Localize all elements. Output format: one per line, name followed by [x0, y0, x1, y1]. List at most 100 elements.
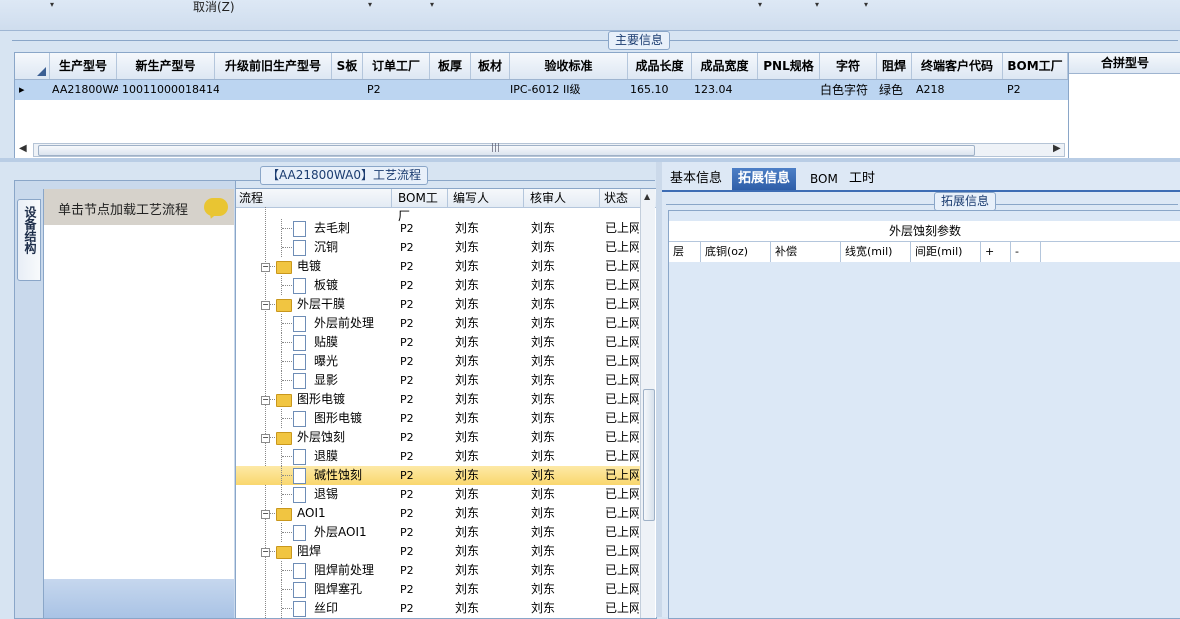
- tab-bom[interactable]: BOM: [804, 168, 844, 190]
- col-header[interactable]: S板: [332, 53, 363, 79]
- scrollbar-thumb[interactable]: [643, 389, 655, 521]
- tree-row[interactable]: 碱性蚀刻 P2 刘东 刘东 已上网: [236, 466, 640, 485]
- step-name: AOI1: [297, 506, 326, 520]
- col-header[interactable]: 字符: [820, 53, 877, 79]
- col-header[interactable]: 板厚: [430, 53, 471, 79]
- collapse-icon[interactable]: −: [261, 301, 270, 310]
- horizontal-scrollbar[interactable]: |||: [33, 143, 1065, 157]
- step-reviewer: 刘东: [531, 297, 556, 311]
- tree-row[interactable]: 去毛刺 P2 刘东 刘东 已上网: [236, 219, 640, 238]
- tree-row[interactable]: − 外层干膜 P2 刘东 刘东 已上网: [236, 295, 640, 314]
- step-bom: P2: [400, 583, 414, 596]
- tree-row[interactable]: − 外层蚀刻 P2 刘东 刘东 已上网: [236, 428, 640, 447]
- tree-row[interactable]: − 图形电镀 P2 刘东 刘东 已上网: [236, 390, 640, 409]
- merge-model-header[interactable]: 合拼型号: [1069, 53, 1180, 74]
- col-header[interactable]: 生产型号: [50, 53, 117, 79]
- main-info-title: 主要信息: [608, 31, 671, 50]
- cell[interactable]: [758, 80, 821, 100]
- col-header[interactable]: BOM工厂: [1003, 53, 1068, 79]
- collapse-icon[interactable]: −: [261, 396, 270, 405]
- dropdown-arrow-icon[interactable]: ▾: [50, 0, 54, 9]
- tree-row[interactable]: 外层AOI1 P2 刘东 刘东 已上网: [236, 523, 640, 542]
- tab-work-hours[interactable]: 工时: [843, 168, 881, 190]
- tree-row[interactable]: 退锡 P2 刘东 刘东 已上网: [236, 485, 640, 504]
- cell[interactable]: AA21800WA0: [50, 80, 118, 100]
- step-status: 已上网: [605, 449, 639, 463]
- cancel-button[interactable]: 取消(Z): [193, 0, 235, 15]
- tree-row[interactable]: 曝光 P2 刘东 刘东 已上网: [236, 352, 640, 371]
- collapse-icon[interactable]: −: [261, 510, 270, 519]
- col-header[interactable]: 新生产型号: [117, 53, 215, 79]
- tab-basic-info[interactable]: 基本信息: [664, 168, 728, 190]
- col-header[interactable]: 订单工厂: [363, 53, 430, 79]
- col-header[interactable]: 线宽(mil): [841, 242, 911, 262]
- scrollbar-thumb[interactable]: |||: [38, 143, 975, 156]
- scroll-left-icon[interactable]: ◀: [19, 143, 27, 154]
- cell[interactable]: 123.04: [692, 80, 759, 100]
- dropdown-arrow-icon[interactable]: ▾: [864, 0, 868, 9]
- scroll-up-icon[interactable]: ▲: [644, 192, 650, 201]
- tree-row[interactable]: 板镀 P2 刘东 刘东 已上网: [236, 276, 640, 295]
- tree-row[interactable]: 阻焊塞孔 P2 刘东 刘东 已上网: [236, 580, 640, 599]
- cell[interactable]: 165.10: [628, 80, 693, 100]
- step-bom: P2: [400, 469, 414, 482]
- collapse-icon[interactable]: −: [261, 434, 270, 443]
- col-header[interactable]: 核审人: [527, 189, 600, 207]
- cell[interactable]: [332, 80, 364, 100]
- vertical-scrollbar[interactable]: ▲: [640, 189, 655, 618]
- dropdown-arrow-icon[interactable]: ▾: [368, 0, 372, 9]
- tree-row[interactable]: 退膜 P2 刘东 刘东 已上网: [236, 447, 640, 466]
- col-header[interactable]: 升级前旧生产型号: [215, 53, 332, 79]
- col-header[interactable]: 流程: [236, 189, 392, 207]
- col-header[interactable]: 间距(mil): [911, 242, 981, 262]
- col-header[interactable]: 终端客户代码: [912, 53, 1003, 79]
- tab-extended-info[interactable]: 拓展信息: [732, 168, 797, 190]
- col-header[interactable]: 底铜(oz): [701, 242, 771, 262]
- cell[interactable]: P2: [365, 80, 433, 100]
- equipment-tree[interactable]: 单击节点加载工艺流程: [43, 189, 234, 618]
- node-hint-header: 单击节点加载工艺流程: [44, 189, 234, 225]
- cell[interactable]: P2: [1005, 80, 1069, 100]
- dropdown-arrow-icon[interactable]: ▾: [430, 0, 434, 9]
- cell[interactable]: 绿色: [877, 80, 913, 100]
- cell[interactable]: IPC-6012 II级: [508, 80, 627, 100]
- col-header[interactable]: 阻焊: [877, 53, 912, 79]
- cell[interactable]: A218: [914, 80, 1004, 100]
- table-row[interactable]: ▸ AA21800WA0 10011000018414 P2 IPC-6012 …: [15, 80, 1068, 100]
- tree-row[interactable]: 外层前处理 P2 刘东 刘东 已上网: [236, 314, 640, 333]
- tree-row[interactable]: 沉铜 P2 刘东 刘东 已上网: [236, 238, 640, 257]
- col-header[interactable]: 验收标准: [510, 53, 628, 79]
- col-header[interactable]: 状态: [601, 189, 640, 207]
- collapse-icon[interactable]: −: [261, 548, 270, 557]
- dropdown-arrow-icon[interactable]: ▾: [758, 0, 762, 9]
- cell[interactable]: 白色字符: [818, 80, 878, 100]
- step-bom: P2: [400, 431, 414, 444]
- tree-row[interactable]: − AOI1 P2 刘东 刘东 已上网: [236, 504, 640, 523]
- tree-row[interactable]: 显影 P2 刘东 刘东 已上网: [236, 371, 640, 390]
- col-header[interactable]: BOM工厂: [395, 189, 448, 223]
- col-header[interactable]: 编写人: [450, 189, 524, 207]
- col-header[interactable]: 补偿: [771, 242, 841, 262]
- cell[interactable]: [430, 80, 472, 100]
- step-author: 刘东: [455, 221, 480, 235]
- col-header[interactable]: 板材: [471, 53, 510, 79]
- tree-row[interactable]: − 阻焊 P2 刘东 刘东 已上网: [236, 542, 640, 561]
- col-header[interactable]: 成品长度: [628, 53, 692, 79]
- cell[interactable]: [471, 80, 511, 100]
- tree-row[interactable]: 图形电镀 P2 刘东 刘东 已上网: [236, 409, 640, 428]
- col-header[interactable]: 层: [669, 242, 701, 262]
- tab-equipment-structure[interactable]: 设备结构: [17, 199, 41, 281]
- dropdown-arrow-icon[interactable]: ▾: [815, 0, 819, 9]
- tree-row[interactable]: 阻焊前处理 P2 刘东 刘东 已上网: [236, 561, 640, 580]
- col-header[interactable]: PNL规格: [758, 53, 820, 79]
- col-header[interactable]: 成品宽度: [692, 53, 758, 79]
- tree-row[interactable]: − 电镀 P2 刘东 刘东 已上网: [236, 257, 640, 276]
- cell[interactable]: [215, 80, 333, 100]
- cell[interactable]: 10011000018414: [120, 80, 219, 100]
- scroll-right-icon[interactable]: ▶: [1053, 143, 1061, 154]
- tree-row[interactable]: 贴膜 P2 刘东 刘东 已上网: [236, 333, 640, 352]
- tree-row[interactable]: 丝印 P2 刘东 刘东 已上网: [236, 599, 640, 618]
- collapse-icon[interactable]: −: [261, 263, 270, 272]
- remove-row-button[interactable]: -: [1011, 242, 1041, 262]
- add-row-button[interactable]: +: [981, 242, 1011, 262]
